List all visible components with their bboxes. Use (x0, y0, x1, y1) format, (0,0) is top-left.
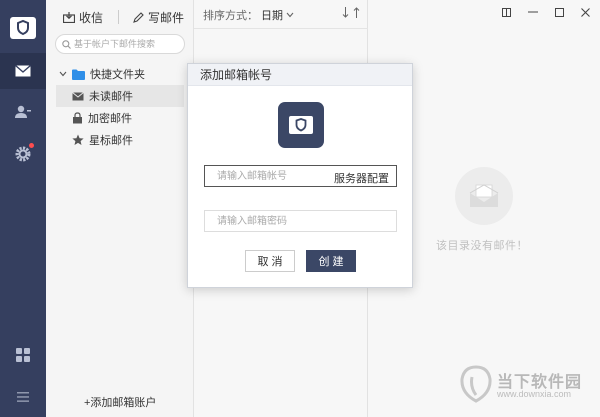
folder-item-unread[interactable]: 未读邮件 (56, 85, 184, 107)
mail-icon (15, 65, 31, 77)
cancel-button[interactable]: 取 消 (245, 250, 295, 272)
app-logo-icon (289, 116, 313, 134)
contacts-icon (15, 105, 31, 118)
create-button[interactable]: 创 建 (306, 250, 356, 272)
minimize-icon (528, 11, 538, 13)
add-account-button[interactable]: +添加邮箱账户 (84, 394, 156, 410)
chevron-down-icon (59, 71, 67, 77)
add-account-label: +添加邮箱账户 (84, 397, 157, 409)
lock-icon (73, 112, 82, 124)
app-logo-icon (10, 17, 36, 39)
rail-mail-button[interactable] (0, 53, 46, 89)
menu-icon (17, 392, 29, 402)
watermark-logo-icon (460, 365, 492, 403)
pin-window-button[interactable] (497, 5, 515, 19)
empty-state-illustration (455, 167, 513, 225)
list-header-divider (194, 28, 368, 29)
toolbar-divider (118, 10, 119, 24)
sort-direction-toggle[interactable] (342, 7, 360, 18)
folder-item-starred[interactable]: 星标邮件 (56, 129, 184, 151)
rail-apps-button[interactable] (0, 337, 46, 373)
rail-settings-button[interactable] (0, 136, 46, 172)
settings-icon (15, 146, 31, 162)
star-icon (72, 134, 84, 145)
close-icon (580, 7, 590, 17)
watermark-url: www.downxia.com (497, 389, 572, 399)
pen-icon (133, 11, 144, 23)
chevron-down-icon (286, 12, 294, 18)
dialog-title: 添加邮箱帐号 (188, 64, 412, 86)
folder-item-label: 星标邮件 (89, 135, 133, 147)
compose-label: 写邮件 (148, 10, 185, 25)
folder-item-encrypted[interactable]: 加密邮件 (56, 107, 184, 129)
add-account-dialog: 添加邮箱帐号 服务器配置 取 消 创 建 (187, 63, 413, 288)
search-input[interactable] (74, 39, 179, 49)
inbox-icon (63, 11, 75, 23)
minimize-button[interactable] (524, 5, 542, 19)
maximize-button[interactable] (550, 5, 568, 19)
receive-label: 收信 (79, 10, 104, 25)
notification-dot (29, 143, 34, 148)
left-rail (0, 0, 46, 417)
apps-grid-icon (16, 348, 30, 362)
folder-icon (72, 69, 85, 80)
folder-item-label: 加密邮件 (88, 113, 132, 125)
compose-button[interactable]: 写邮件 (133, 8, 184, 26)
search-box[interactable] (55, 34, 185, 54)
sort-label: 排序方式： (203, 10, 258, 22)
rail-menu-button[interactable] (0, 379, 46, 415)
email-password-input[interactable] (204, 210, 397, 232)
maximize-icon (554, 7, 564, 17)
layout-icon (501, 7, 511, 17)
search-icon (62, 39, 71, 49)
envelope-icon (72, 91, 84, 100)
dialog-app-logo (278, 102, 324, 148)
server-config-link[interactable]: 服务器配置 (334, 170, 389, 186)
quick-folder-label: 快捷文件夹 (90, 69, 145, 81)
sort-value: 日期 (261, 10, 283, 22)
rail-contacts-button[interactable] (0, 94, 46, 130)
empty-state-text: 该目录没有邮件！ (436, 240, 528, 252)
sort-asc-icon (353, 7, 360, 18)
sort-desc-icon (342, 7, 349, 18)
folder-item-label: 未读邮件 (89, 91, 133, 103)
quick-folder[interactable]: 快捷文件夹 (59, 63, 187, 85)
close-button[interactable] (576, 5, 594, 19)
receive-button[interactable]: 收信 (63, 8, 103, 26)
open-envelope-icon (469, 184, 499, 207)
sort-control[interactable]: 排序方式： 日期 (203, 7, 294, 23)
